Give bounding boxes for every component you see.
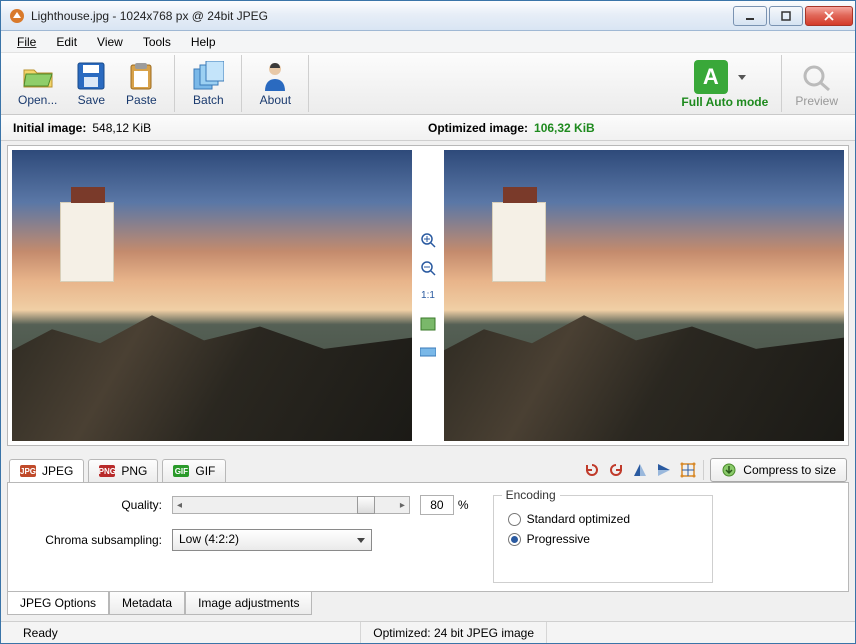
tab-metadata[interactable]: Metadata: [109, 592, 185, 615]
resize-icon[interactable]: [679, 461, 697, 479]
preview-area: 1:1: [7, 145, 849, 446]
rotate-left-icon[interactable]: [583, 461, 601, 479]
jpeg-badge-icon: JPG: [20, 465, 36, 477]
chevron-down-icon: [738, 75, 746, 80]
zoom-1to1-button[interactable]: 1:1: [419, 287, 437, 305]
rotate-right-icon[interactable]: [607, 461, 625, 479]
paste-button[interactable]: Paste: [116, 55, 166, 110]
status-ready: Ready: [11, 622, 361, 643]
tab-image-adjustments[interactable]: Image adjustments: [185, 592, 312, 615]
zoom-out-icon[interactable]: [419, 259, 437, 277]
menubar: File Edit View Tools Help: [1, 31, 855, 53]
encoding-group: Encoding Standard optimized Progressive: [493, 495, 713, 583]
quality-slider[interactable]: [172, 496, 410, 514]
app-window: Lighthouse.jpg - 1024x768 px @ 24bit JPE…: [0, 0, 856, 644]
optimized-size-label: Optimized image:: [428, 121, 528, 135]
png-badge-icon: PNG: [99, 465, 115, 477]
person-icon: [259, 60, 291, 92]
toolbar: Open... Save Paste Batch About: [1, 53, 855, 115]
quality-label: Quality:: [22, 498, 162, 512]
batch-icon: [192, 60, 224, 92]
radio-standard-optimized[interactable]: Standard optimized: [508, 512, 698, 526]
bottom-tabs: JPEG Options Metadata Image adjustments: [7, 592, 849, 615]
menu-help[interactable]: Help: [183, 33, 224, 51]
status-optimized: Optimized: 24 bit JPEG image: [361, 622, 547, 643]
open-button[interactable]: Open...: [9, 55, 66, 110]
preview-button[interactable]: Preview: [786, 56, 847, 111]
preview-tools: 1:1: [416, 150, 440, 441]
radio-icon: [508, 513, 521, 526]
magnifier-icon: [801, 61, 833, 93]
tab-jpeg-options[interactable]: JPEG Options: [7, 591, 109, 615]
batch-button[interactable]: Batch: [183, 55, 233, 110]
menu-tools[interactable]: Tools: [135, 33, 179, 51]
floppy-icon: [75, 60, 107, 92]
zoom-in-icon[interactable]: [419, 231, 437, 249]
chroma-label: Chroma subsampling:: [22, 533, 162, 547]
save-button[interactable]: Save: [66, 55, 116, 110]
minimize-button[interactable]: [733, 6, 767, 26]
about-button[interactable]: About: [250, 55, 300, 110]
initial-size-label: Initial image:: [13, 121, 86, 135]
auto-mode-button[interactable]: A Full Auto mode: [672, 55, 777, 112]
menu-view[interactable]: View: [89, 33, 131, 51]
menu-file[interactable]: File: [9, 33, 44, 51]
tab-gif[interactable]: GIF GIF: [162, 459, 226, 482]
flip-horizontal-icon[interactable]: [631, 461, 649, 479]
fit-image-icon[interactable]: [419, 343, 437, 361]
compress-icon: [721, 462, 737, 478]
initial-image: [12, 150, 412, 441]
format-tabs-row: JPG JPEG PNG PNG GIF GIF Compress to siz…: [1, 452, 855, 482]
encoding-legend: Encoding: [502, 488, 560, 502]
fit-window-icon[interactable]: [419, 315, 437, 333]
folder-open-icon: [22, 60, 54, 92]
percent-label: %: [458, 498, 469, 512]
window-controls: [731, 6, 853, 26]
options-panel: Quality: % Chroma subsampling: Low (4:2:…: [7, 482, 849, 592]
compress-to-size-button[interactable]: Compress to size: [710, 458, 847, 482]
chroma-select[interactable]: Low (4:2:2): [172, 529, 372, 551]
close-button[interactable]: [805, 6, 853, 26]
window-title: Lighthouse.jpg - 1024x768 px @ 24bit JPE…: [31, 9, 731, 23]
slider-thumb[interactable]: [357, 496, 375, 514]
size-info-bar: Initial image: 548,12 KiB Optimized imag…: [1, 115, 855, 141]
quality-input[interactable]: [420, 495, 454, 515]
app-icon: [9, 8, 25, 24]
maximize-button[interactable]: [769, 6, 803, 26]
gif-badge-icon: GIF: [173, 465, 189, 477]
tab-jpeg[interactable]: JPG JPEG: [9, 459, 84, 482]
radio-progressive[interactable]: Progressive: [508, 532, 698, 546]
flip-vertical-icon[interactable]: [655, 461, 673, 479]
auto-icon: A: [694, 60, 728, 94]
statusbar: Ready Optimized: 24 bit JPEG image: [1, 621, 855, 643]
tab-png[interactable]: PNG PNG: [88, 459, 158, 482]
titlebar[interactable]: Lighthouse.jpg - 1024x768 px @ 24bit JPE…: [1, 1, 855, 31]
optimized-preview-pane[interactable]: [444, 150, 844, 441]
radio-icon: [508, 533, 521, 546]
initial-preview-pane[interactable]: [12, 150, 412, 441]
menu-edit[interactable]: Edit: [48, 33, 85, 51]
initial-size-value: 548,12 KiB: [92, 121, 151, 135]
optimized-image: [444, 150, 844, 441]
optimized-size-value: 106,32 KiB: [534, 121, 595, 135]
clipboard-icon: [125, 60, 157, 92]
